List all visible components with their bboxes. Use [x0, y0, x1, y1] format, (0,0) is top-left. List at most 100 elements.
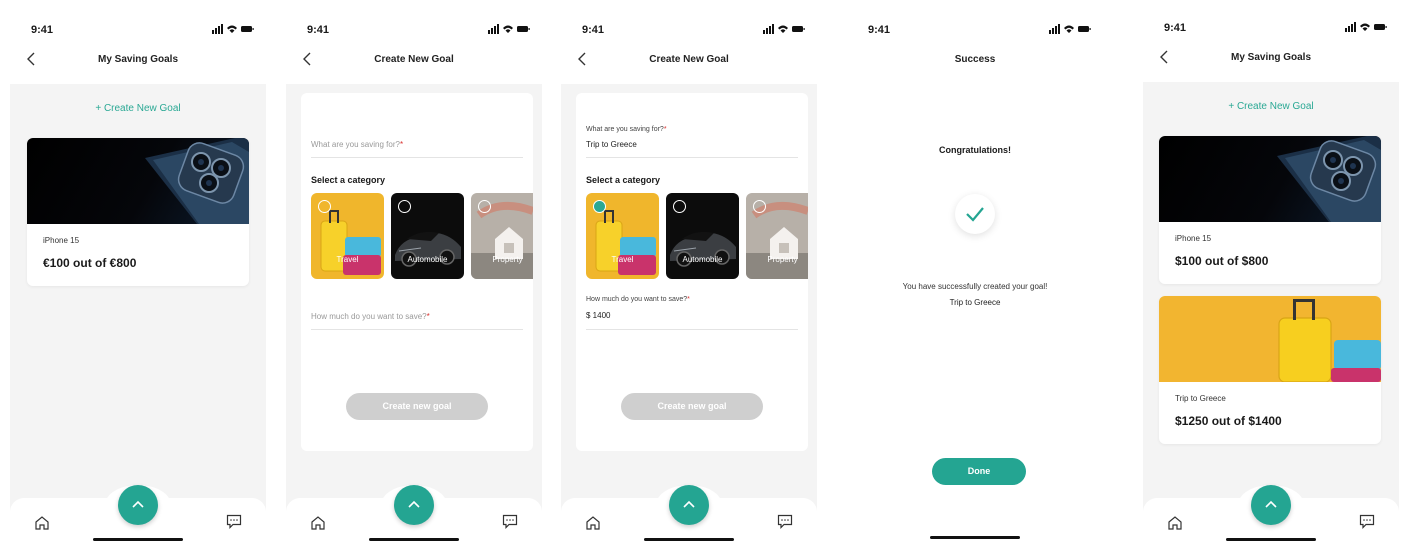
category-section-title: Select a category — [586, 175, 661, 185]
category-property[interactable]: Property — [471, 193, 533, 279]
home-indicator — [644, 538, 734, 541]
congrats-heading: Congratulations! — [939, 145, 1011, 155]
category-section-title: Select a category — [311, 175, 386, 185]
screen-my-saving-goals: 9:41 My Saving Goals + Create New Goal i… — [10, 7, 266, 547]
page-title: Success — [954, 54, 996, 65]
goal-progress: $1250 out of $1400 — [1175, 414, 1282, 428]
fab-button[interactable] — [669, 485, 709, 525]
category-radio[interactable] — [673, 200, 686, 213]
home-indicator — [369, 538, 459, 541]
chevron-up-icon — [683, 500, 695, 508]
screen-create-goal-empty: 9:41 Create New Goal What are you saving… — [286, 7, 542, 547]
amount-field[interactable]: $ 1400 — [586, 311, 610, 320]
home-indicator — [93, 538, 183, 541]
field-underline — [311, 329, 523, 330]
home-icon[interactable] — [1167, 515, 1183, 531]
chevron-up-icon — [132, 500, 144, 508]
goal-form: What are you saving for?* Trip to Greece… — [576, 93, 808, 451]
home-icon[interactable] — [34, 515, 50, 531]
category-carousel[interactable]: Travel Automobile Property — [586, 193, 808, 279]
category-label: Travel — [611, 255, 634, 264]
page-title: Create New Goal — [649, 54, 729, 65]
saving-for-field[interactable]: What are you saving for?* — [311, 140, 403, 149]
goal-card-iphone[interactable]: iPhone 15 €100 out of €800 — [27, 138, 249, 286]
status-icons — [1049, 24, 1091, 34]
goal-name: iPhone 15 — [1175, 234, 1212, 243]
status-icons — [488, 24, 530, 34]
saving-for-field[interactable]: Trip to Greece — [586, 140, 637, 149]
page-title: My Saving Goals — [1230, 52, 1312, 63]
saving-for-label: What are you saving for?* — [586, 126, 667, 133]
bottom-nav — [10, 485, 266, 547]
screen-my-saving-goals-updated: 9:41 My Saving Goals + Create New Goal i… — [1143, 7, 1399, 547]
screen-create-goal-filled: 9:41 Create New Goal What are you saving… — [561, 7, 817, 547]
category-label: Travel — [336, 255, 359, 264]
field-underline — [311, 157, 523, 158]
bottom-nav — [286, 485, 542, 547]
category-radio-selected[interactable] — [593, 200, 606, 213]
header: 9:41 Create New Goal — [561, 7, 817, 84]
checkmark-icon — [966, 207, 984, 222]
category-automobile[interactable]: Automobile — [391, 193, 464, 279]
success-message: You have successfully created your goal! — [902, 282, 1048, 291]
bottom-nav — [1143, 485, 1399, 547]
category-label: Property — [767, 255, 798, 264]
field-underline — [586, 329, 798, 330]
category-property[interactable]: Property — [746, 193, 808, 279]
goal-name: iPhone 15 — [43, 236, 80, 245]
fab-button[interactable] — [118, 485, 158, 525]
category-radio[interactable] — [753, 200, 766, 213]
home-indicator — [930, 536, 1020, 539]
goal-card-trip[interactable]: Trip to Greece $1250 out of $1400 — [1159, 296, 1381, 444]
home-icon[interactable] — [310, 515, 326, 531]
field-underline — [586, 157, 798, 158]
goal-card-iphone[interactable]: iPhone 15 $100 out of $800 — [1159, 136, 1381, 284]
amount-field[interactable]: How much do you want to save?* — [311, 312, 430, 321]
suitcase-photo — [1159, 296, 1381, 382]
screen-success: 9:41 Success Congratulations! You have s… — [847, 7, 1103, 547]
category-radio[interactable] — [398, 200, 411, 213]
header: 9:41 My Saving Goals — [10, 7, 266, 84]
success-goal-name: Trip to Greece — [949, 298, 1001, 307]
status-icons — [1345, 22, 1387, 32]
status-time: 9:41 — [582, 24, 605, 36]
category-radio[interactable] — [318, 200, 331, 213]
iphone-photo — [27, 138, 249, 224]
chat-icon[interactable] — [777, 514, 793, 529]
category-travel[interactable]: Travel — [311, 193, 384, 279]
status-time: 9:41 — [31, 24, 54, 36]
chevron-up-icon — [1265, 500, 1277, 508]
create-new-goal-link[interactable]: + Create New Goal — [1143, 101, 1399, 112]
category-label: Automobile — [407, 255, 448, 264]
chat-icon[interactable] — [1359, 514, 1375, 529]
category-carousel[interactable]: Travel Automobile Property — [311, 193, 533, 279]
fab-button[interactable] — [1251, 485, 1291, 525]
status-time: 9:41 — [868, 24, 891, 36]
create-goal-button[interactable]: Create new goal — [621, 393, 763, 420]
goal-progress: $100 out of $800 — [1175, 254, 1269, 268]
goal-name: Trip to Greece — [1175, 394, 1226, 403]
create-new-goal-link[interactable]: + Create New Goal — [10, 103, 266, 114]
category-label: Automobile — [682, 255, 723, 264]
amount-label: How much do you want to save?* — [586, 296, 690, 303]
chevron-up-icon — [408, 500, 420, 508]
goal-progress: €100 out of €800 — [43, 256, 137, 270]
category-label: Property — [492, 255, 523, 264]
status-icons — [763, 24, 805, 34]
create-goal-button[interactable]: Create new goal — [346, 393, 488, 420]
bottom-nav — [561, 485, 817, 547]
success-badge — [955, 194, 995, 234]
header: 9:41 Create New Goal — [286, 7, 542, 84]
home-icon[interactable] — [585, 515, 601, 531]
status-time: 9:41 — [1164, 22, 1187, 34]
fab-button[interactable] — [394, 485, 434, 525]
header: 9:41 Success — [847, 7, 1103, 84]
category-radio[interactable] — [478, 200, 491, 213]
category-travel[interactable]: Travel — [586, 193, 659, 279]
page-title: My Saving Goals — [97, 54, 179, 65]
done-button[interactable]: Done — [932, 458, 1026, 485]
category-automobile[interactable]: Automobile — [666, 193, 739, 279]
status-icons — [212, 24, 254, 34]
chat-icon[interactable] — [226, 514, 242, 529]
chat-icon[interactable] — [502, 514, 518, 529]
